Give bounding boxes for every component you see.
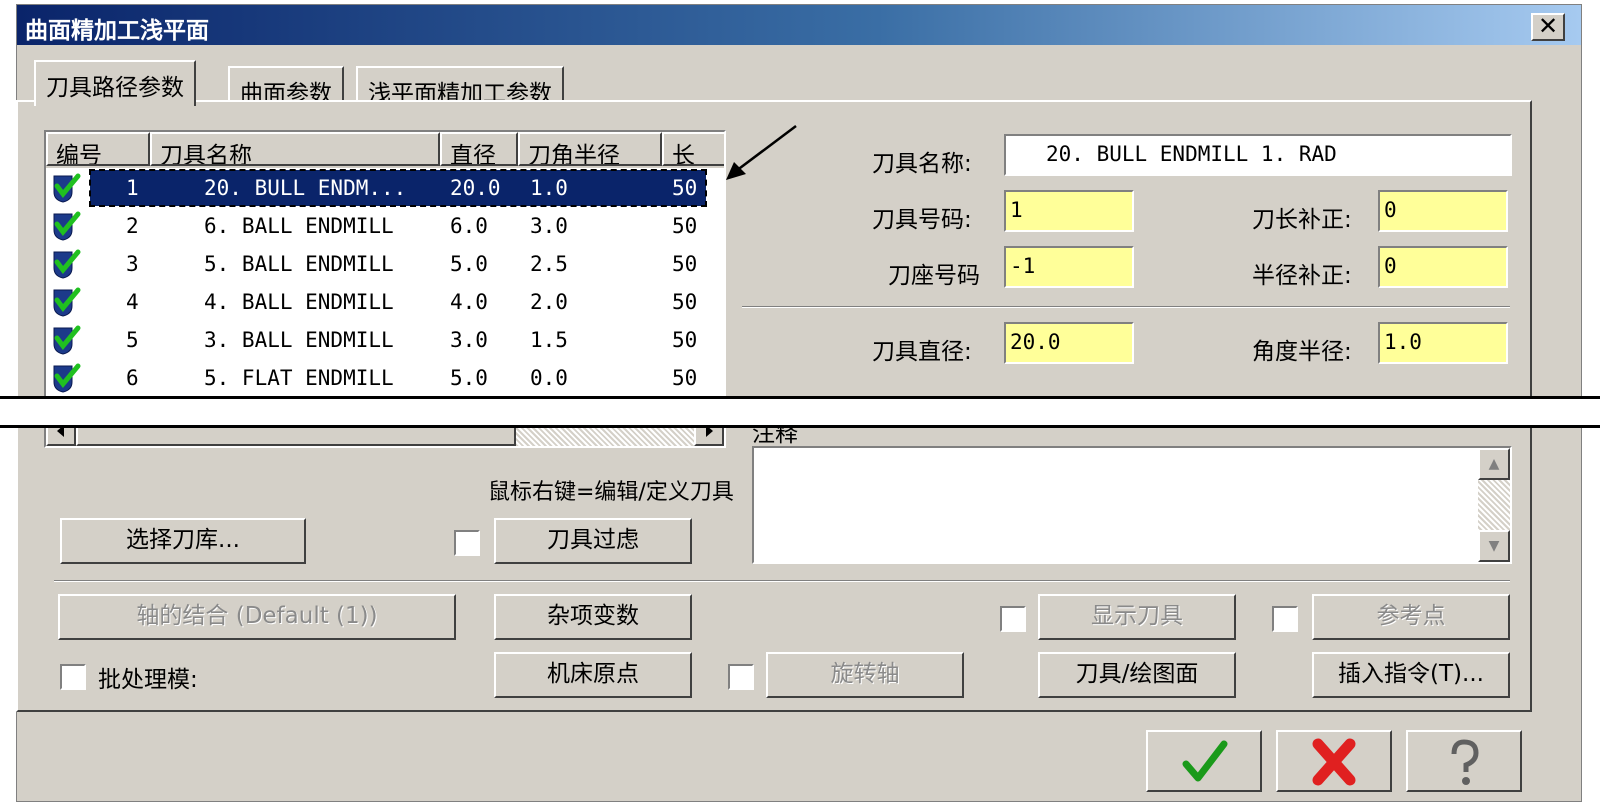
table-row[interactable]: 2 6. BALL ENDMILL 6.0 3.0 50 bbox=[46, 208, 724, 246]
tool-filter-checkbox[interactable] bbox=[454, 530, 480, 556]
table-row[interactable]: 3 5. BALL ENDMILL 5.0 2.5 50 bbox=[46, 246, 724, 284]
cell-corner-radius: 1.5 bbox=[530, 328, 568, 352]
table-row[interactable]: 4 4. BALL ENDMILL 4.0 2.0 50 bbox=[46, 284, 724, 322]
cell-diameter: 20.0 bbox=[450, 176, 501, 200]
cell-tool-name: 20. BULL ENDM... bbox=[204, 176, 407, 200]
table-row[interactable]: 1 20. BULL ENDM... 20.0 1.0 50 bbox=[46, 169, 724, 208]
tool-diameter-field[interactable]: 20.0 bbox=[1004, 322, 1134, 364]
help-button[interactable] bbox=[1406, 730, 1522, 792]
tool-number-label: 刀具号码: bbox=[872, 207, 972, 233]
cell-number: 1 bbox=[126, 176, 139, 200]
holder-number-field[interactable]: -1 bbox=[1004, 246, 1134, 288]
cell-length: 50 bbox=[672, 214, 698, 238]
ref-point-button[interactable]: 参考点 bbox=[1312, 594, 1510, 640]
cell-corner-radius: 1.0 bbox=[530, 176, 568, 200]
close-icon: ✕ bbox=[1537, 12, 1559, 40]
corner-radius-label: 角度半径: bbox=[1252, 339, 1352, 365]
checkmark-icon bbox=[1182, 740, 1228, 782]
cell-length: 50 bbox=[672, 290, 698, 314]
title-bar[interactable]: 曲面精加工浅平面 ✕ bbox=[17, 5, 1581, 45]
batch-label: 批处理模: bbox=[98, 667, 198, 693]
tool-name-label: 刀具名称: bbox=[872, 151, 972, 177]
table-row[interactable]: 6 5. FLAT ENDMILL 5.0 0.0 50 bbox=[46, 360, 724, 398]
col-number[interactable]: 编号 bbox=[46, 132, 150, 166]
cell-number: 3 bbox=[126, 252, 139, 276]
misc-vars-button[interactable]: 杂项变数 bbox=[494, 594, 692, 640]
show-tool-checkbox[interactable] bbox=[1000, 606, 1026, 632]
rotary-axis-button[interactable]: 旋转轴 bbox=[766, 652, 964, 698]
axis-combo-button[interactable]: 轴的结合 (Default (1)) bbox=[58, 594, 456, 640]
notes-scrollbar[interactable]: ▲ ▼ bbox=[1478, 448, 1510, 562]
insert-command-button[interactable]: 插入指令(T)... bbox=[1312, 652, 1510, 698]
cell-corner-radius: 2.0 bbox=[530, 290, 568, 314]
shield-check-icon bbox=[53, 363, 81, 393]
shield-check-icon bbox=[53, 249, 81, 279]
tool-number-field[interactable]: 1 bbox=[1004, 190, 1134, 232]
cell-corner-radius: 3.0 bbox=[530, 214, 568, 238]
cell-tool-name: 3. BALL ENDMILL bbox=[204, 328, 394, 352]
select-library-button[interactable]: 选择刀库... bbox=[60, 518, 306, 564]
cell-number: 2 bbox=[126, 214, 139, 238]
question-mark-icon bbox=[1451, 739, 1479, 785]
cell-diameter: 6.0 bbox=[450, 214, 488, 238]
shield-check-icon bbox=[53, 325, 81, 355]
cell-tool-name: 4. BALL ENDMILL bbox=[204, 290, 394, 314]
cell-number: 6 bbox=[126, 366, 139, 390]
radius-comp-label: 半径补正: bbox=[1252, 263, 1352, 289]
cell-tool-name: 5. FLAT ENDMILL bbox=[204, 366, 394, 390]
red-x-icon bbox=[1312, 738, 1356, 786]
tool-diameter-label: 刀具直径: bbox=[872, 339, 972, 365]
cell-length: 50 bbox=[672, 252, 698, 276]
shield-check-icon bbox=[53, 287, 81, 317]
show-tool-button[interactable]: 显示刀具 bbox=[1038, 594, 1236, 640]
cell-corner-radius: 2.5 bbox=[530, 252, 568, 276]
ref-point-checkbox[interactable] bbox=[1272, 606, 1298, 632]
radius-comp-field[interactable]: 0 bbox=[1378, 246, 1508, 288]
cell-length: 50 bbox=[672, 366, 698, 390]
rotary-axis-checkbox[interactable] bbox=[728, 664, 754, 690]
window-title: 曲面精加工浅平面 bbox=[25, 18, 209, 44]
close-button[interactable]: ✕ bbox=[1531, 13, 1565, 41]
notes-textarea[interactable]: ▲ ▼ bbox=[752, 446, 1512, 564]
shield-check-icon bbox=[53, 173, 81, 203]
right-click-hint: 鼠标右键=编辑/定义刀具 bbox=[488, 480, 734, 505]
tool-name-field[interactable]: 20. BULL ENDMILL 1. RAD bbox=[1004, 134, 1512, 176]
tab-toolpath-params[interactable]: 刀具路径参数 bbox=[34, 60, 196, 106]
machine-origin-button[interactable]: 机床原点 bbox=[494, 652, 692, 698]
scroll-down-icon[interactable]: ▼ bbox=[1478, 530, 1510, 562]
corner-radius-field[interactable]: 1.0 bbox=[1378, 322, 1508, 364]
cell-corner-radius: 0.0 bbox=[530, 366, 568, 390]
scroll-up-icon[interactable]: ▲ bbox=[1478, 448, 1510, 480]
ok-button[interactable] bbox=[1146, 730, 1262, 792]
tool-filter-button[interactable]: 刀具过虑 bbox=[494, 518, 692, 564]
cell-number: 4 bbox=[126, 290, 139, 314]
length-comp-field[interactable]: 0 bbox=[1378, 190, 1508, 232]
cell-length: 50 bbox=[672, 176, 698, 200]
cancel-button[interactable] bbox=[1276, 730, 1392, 792]
table-row[interactable]: 5 3. BALL ENDMILL 3.0 1.5 50 bbox=[46, 322, 724, 360]
shield-check-icon bbox=[53, 211, 81, 241]
divider-lower bbox=[54, 580, 1510, 582]
cell-diameter: 5.0 bbox=[450, 366, 488, 390]
tool-list-header: 编号 刀具名称 直径 刀角半径 长 bbox=[46, 132, 724, 168]
cell-number: 5 bbox=[126, 328, 139, 352]
col-length[interactable]: 长 bbox=[662, 132, 724, 166]
col-corner-radius[interactable]: 刀角半径 bbox=[518, 132, 662, 166]
length-comp-label: 刀长补正: bbox=[1252, 207, 1352, 233]
col-diameter[interactable]: 直径 bbox=[440, 132, 518, 166]
pointer-arrow-icon bbox=[726, 125, 797, 180]
holder-number-label: 刀座号码 bbox=[888, 263, 980, 289]
tool-plane-button[interactable]: 刀具/绘图面 bbox=[1038, 652, 1236, 698]
cell-tool-name: 6. BALL ENDMILL bbox=[204, 214, 394, 238]
col-tool-name[interactable]: 刀具名称 bbox=[150, 132, 440, 166]
cell-diameter: 5.0 bbox=[450, 252, 488, 276]
cell-tool-name: 5. BALL ENDMILL bbox=[204, 252, 394, 276]
cell-diameter: 4.0 bbox=[450, 290, 488, 314]
cell-length: 50 bbox=[672, 328, 698, 352]
cell-diameter: 3.0 bbox=[450, 328, 488, 352]
crop-cut-band bbox=[0, 396, 1600, 428]
batch-checkbox[interactable] bbox=[60, 664, 86, 690]
divider bbox=[742, 306, 1510, 308]
